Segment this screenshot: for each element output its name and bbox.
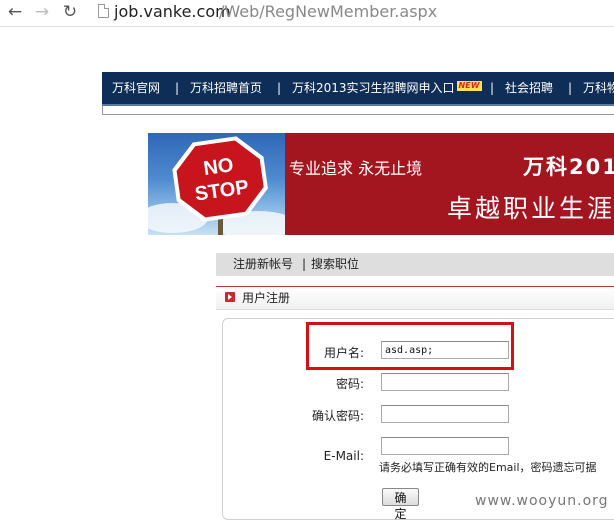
- nav-item-recruit-home[interactable]: 万科招聘首页: [190, 72, 262, 104]
- password-label: 密码:: [335, 377, 364, 391]
- email-hint: 请务必填写正确有效的Email，密码遗忘可据: [379, 461, 597, 474]
- address-bar[interactable]: job.vanke.com /Web/RegNewMember.aspx: [90, 1, 614, 23]
- sub-tabs-bar: 注册新帐号 | 搜索职位: [216, 253, 614, 276]
- tab-register-account[interactable]: 注册新帐号: [233, 253, 293, 276]
- url-path: /Web/RegNewMember.aspx: [219, 2, 438, 21]
- watermark: www.wooyun.org: [475, 493, 609, 509]
- header-banner: NO STOP 专业追求 永无止境 万科201 卓越职业生涯: [148, 133, 614, 235]
- nav-item-property[interactable]: 万科物: [583, 72, 614, 104]
- nav-item-intern-apply[interactable]: 万科2013实习生招聘网申入口 NEW: [292, 72, 482, 104]
- banner-red-panel: 专业追求 永无止境 万科201 卓越职业生涯: [285, 133, 614, 235]
- nav-separator: |: [175, 81, 180, 95]
- sign-text-no: NO: [202, 154, 235, 180]
- password-input[interactable]: [381, 373, 509, 391]
- browser-toolbar: ← → ↻ job.vanke.com /Web/RegNewMember.as…: [0, 0, 614, 27]
- submit-button[interactable]: 确定: [382, 488, 419, 521]
- nav-separator: |: [277, 81, 282, 95]
- section-title: 用户注册: [242, 291, 291, 305]
- banner-photo: NO STOP: [148, 133, 298, 235]
- tab-separator: |: [302, 257, 307, 271]
- nav-item-social-recruit[interactable]: 社会招聘: [505, 72, 553, 104]
- back-arrow-icon[interactable]: ←: [4, 2, 26, 22]
- banner-slogan: 专业追求 永无止境: [289, 159, 423, 178]
- main-navbar: 万科官网 | 万科招聘首页 | 万科2013实习生招聘网申入口 NEW | 社会招…: [102, 72, 614, 106]
- email-input[interactable]: [381, 437, 509, 455]
- confirm-password-input[interactable]: [381, 405, 509, 423]
- arrow-bullet-icon: [225, 292, 235, 302]
- confirm-password-label: 确认密码:: [311, 409, 364, 423]
- new-badge: NEW: [456, 81, 482, 91]
- tab-search-jobs[interactable]: 搜索职位: [311, 253, 359, 276]
- forward-arrow-icon[interactable]: →: [31, 2, 53, 22]
- username-highlight-box: [306, 322, 514, 370]
- nav-item-vanke-home[interactable]: 万科官网: [112, 72, 160, 104]
- nav-separator: |: [490, 81, 495, 95]
- section-header: 用户注册: [216, 286, 614, 310]
- page-icon: [98, 4, 109, 18]
- email-label: E-Mail:: [323, 449, 364, 463]
- nav-separator: |: [568, 81, 573, 95]
- navbar-underline: [102, 106, 614, 115]
- nav-item-intern-apply-label: 万科2013实习生招聘网申入口: [292, 81, 455, 95]
- banner-career: 卓越职业生涯: [447, 194, 614, 223]
- reload-icon[interactable]: ↻: [59, 2, 81, 22]
- url-host: job.vanke.com: [114, 2, 231, 21]
- no-stop-sign-icon: NO STOP: [172, 136, 268, 235]
- banner-brand: 万科201: [523, 155, 614, 179]
